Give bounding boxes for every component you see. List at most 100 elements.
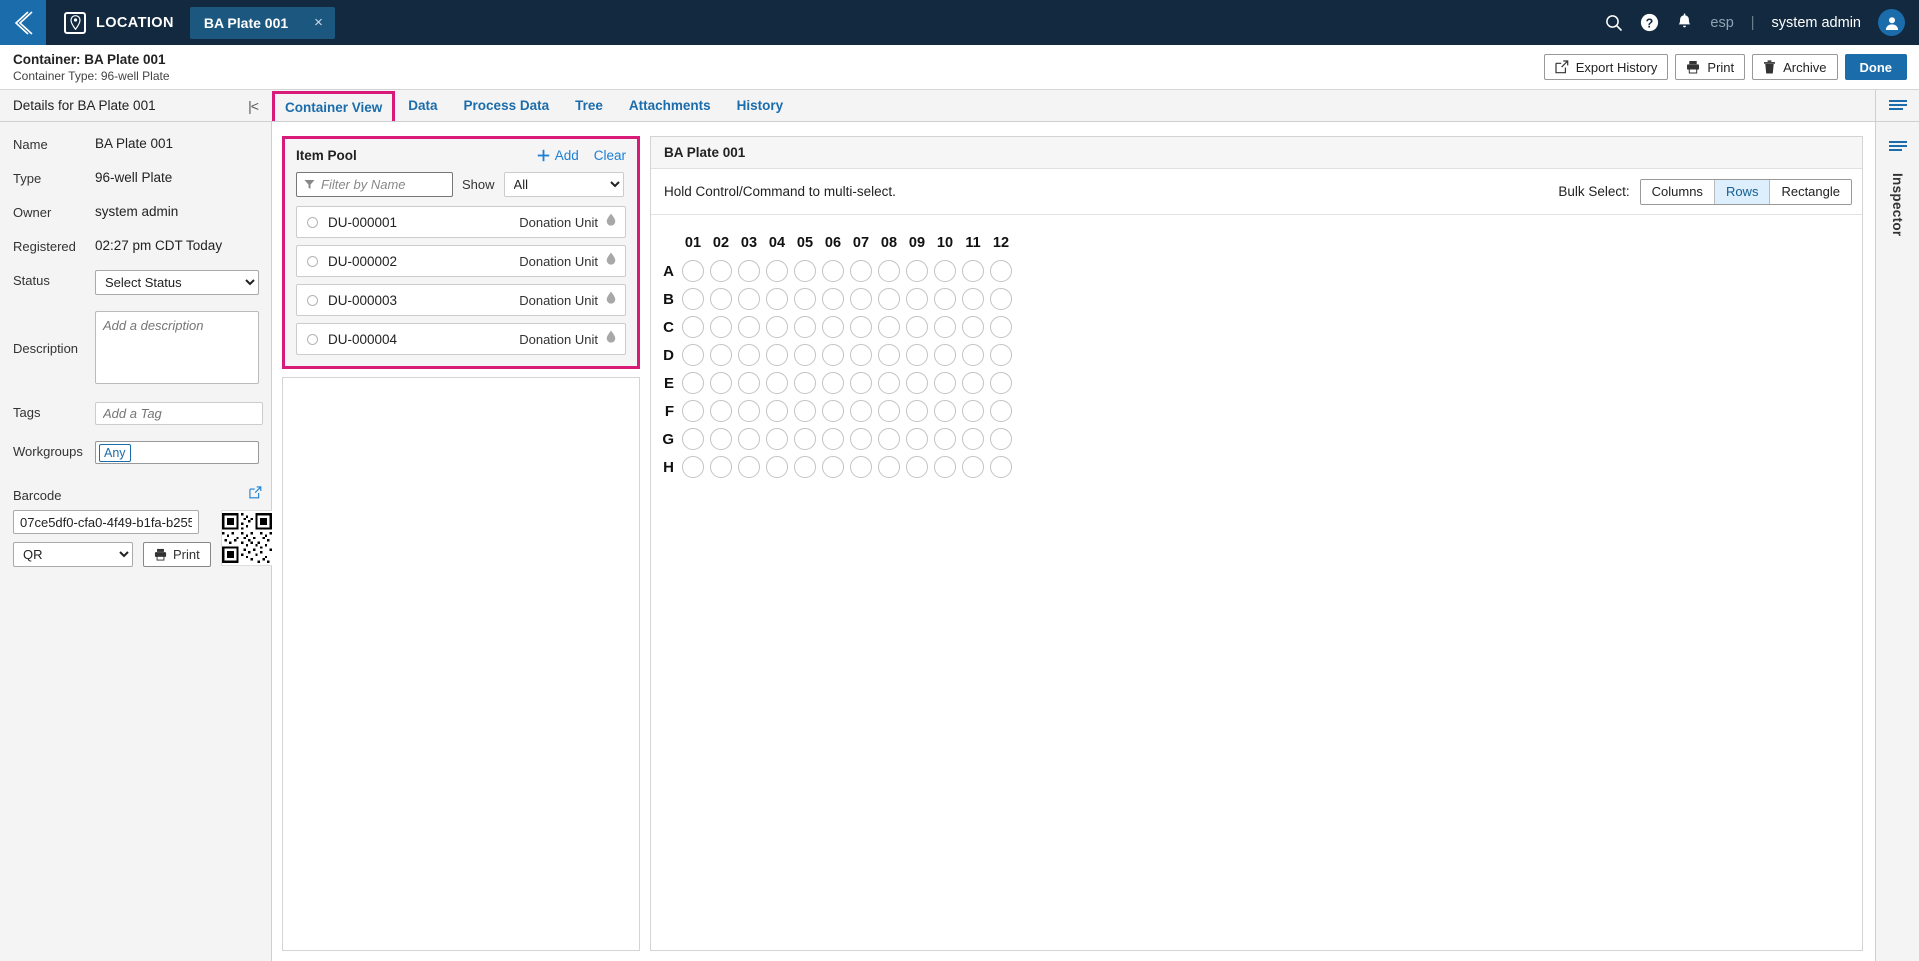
- plate-well-E04[interactable]: [766, 372, 788, 394]
- window-tab-ba-plate-001[interactable]: BA Plate 001 ×: [189, 6, 335, 39]
- plate-column-header[interactable]: 08: [875, 229, 903, 257]
- workgroups-box[interactable]: Any: [95, 441, 259, 464]
- plate-well-F08[interactable]: [878, 400, 900, 422]
- plate-row-header[interactable]: H: [657, 453, 679, 481]
- tab-container-view[interactable]: Container View: [272, 91, 396, 121]
- plate-well-C08[interactable]: [878, 316, 900, 338]
- plate-well-H11[interactable]: [962, 456, 984, 478]
- plate-well-D09[interactable]: [906, 344, 928, 366]
- plate-well-A11[interactable]: [962, 260, 984, 282]
- plate-row-header[interactable]: C: [657, 313, 679, 341]
- plate-well-G12[interactable]: [990, 428, 1012, 450]
- plate-well-C11[interactable]: [962, 316, 984, 338]
- plate-well-H06[interactable]: [822, 456, 844, 478]
- plate-well-B12[interactable]: [990, 288, 1012, 310]
- plate-well-D07[interactable]: [850, 344, 872, 366]
- plate-column-header[interactable]: 12: [987, 229, 1015, 257]
- item-select-radio[interactable]: [307, 333, 318, 345]
- plate-column-header[interactable]: 04: [763, 229, 791, 257]
- plate-well-H01[interactable]: [682, 456, 704, 478]
- search-icon[interactable]: [1605, 14, 1623, 32]
- plate-well-B04[interactable]: [766, 288, 788, 310]
- plate-well-D12[interactable]: [990, 344, 1012, 366]
- plate-well-F01[interactable]: [682, 400, 704, 422]
- filter-input-wrapper[interactable]: Filter by Name: [296, 172, 453, 197]
- plate-well-H05[interactable]: [794, 456, 816, 478]
- plate-well-D04[interactable]: [766, 344, 788, 366]
- plate-well-G11[interactable]: [962, 428, 984, 450]
- plate-well-B06[interactable]: [822, 288, 844, 310]
- plate-well-A01[interactable]: [682, 260, 704, 282]
- plate-well-E07[interactable]: [850, 372, 872, 394]
- plate-well-C09[interactable]: [906, 316, 928, 338]
- plate-well-E09[interactable]: [906, 372, 928, 394]
- plate-well-D08[interactable]: [878, 344, 900, 366]
- user-avatar-icon[interactable]: [1878, 9, 1905, 36]
- locale-label[interactable]: esp: [1710, 15, 1733, 31]
- plate-row-header[interactable]: E: [657, 369, 679, 397]
- item-select-radio[interactable]: [307, 216, 318, 228]
- plate-column-header[interactable]: 03: [735, 229, 763, 257]
- archive-button[interactable]: Archive: [1752, 54, 1838, 80]
- plate-well-E05[interactable]: [794, 372, 816, 394]
- plate-well-E11[interactable]: [962, 372, 984, 394]
- plate-well-D02[interactable]: [710, 344, 732, 366]
- barcode-format-select[interactable]: QR: [13, 542, 133, 567]
- plate-well-F09[interactable]: [906, 400, 928, 422]
- plate-well-E02[interactable]: [710, 372, 732, 394]
- plate-well-C03[interactable]: [738, 316, 760, 338]
- plate-well-G01[interactable]: [682, 428, 704, 450]
- plate-well-A10[interactable]: [934, 260, 956, 282]
- plate-well-A05[interactable]: [794, 260, 816, 282]
- plate-well-F06[interactable]: [822, 400, 844, 422]
- plate-well-C10[interactable]: [934, 316, 956, 338]
- plate-well-G05[interactable]: [794, 428, 816, 450]
- bell-notification-icon[interactable]: [1676, 13, 1693, 32]
- plate-column-header[interactable]: 07: [847, 229, 875, 257]
- plate-column-header[interactable]: 09: [903, 229, 931, 257]
- plate-well-G02[interactable]: [710, 428, 732, 450]
- plate-well-E10[interactable]: [934, 372, 956, 394]
- done-button[interactable]: Done: [1844, 54, 1907, 80]
- plate-well-A09[interactable]: [906, 260, 928, 282]
- plate-well-A03[interactable]: [738, 260, 760, 282]
- tags-input[interactable]: [95, 402, 263, 425]
- plate-well-D10[interactable]: [934, 344, 956, 366]
- plate-well-H02[interactable]: [710, 456, 732, 478]
- plate-well-E08[interactable]: [878, 372, 900, 394]
- plate-well-G04[interactable]: [766, 428, 788, 450]
- plate-well-F02[interactable]: [710, 400, 732, 422]
- list-lines-icon[interactable]: [1888, 140, 1908, 159]
- inspector-rail[interactable]: Inspector: [1875, 122, 1919, 961]
- plate-well-B10[interactable]: [934, 288, 956, 310]
- bulk-select-columns[interactable]: Columns: [1640, 179, 1715, 204]
- plate-well-E03[interactable]: [738, 372, 760, 394]
- bulk-select-rectangle[interactable]: Rectangle: [1770, 179, 1851, 204]
- list-item[interactable]: DU-000001 Donation Unit: [296, 206, 626, 238]
- tab-data[interactable]: Data: [395, 90, 450, 121]
- plate-well-F10[interactable]: [934, 400, 956, 422]
- plate-well-H12[interactable]: [990, 456, 1012, 478]
- plate-well-B08[interactable]: [878, 288, 900, 310]
- plate-well-H10[interactable]: [934, 456, 956, 478]
- plate-column-header[interactable]: 06: [819, 229, 847, 257]
- plate-well-H07[interactable]: [850, 456, 872, 478]
- plate-well-C04[interactable]: [766, 316, 788, 338]
- plate-well-A12[interactable]: [990, 260, 1012, 282]
- plate-well-B09[interactable]: [906, 288, 928, 310]
- plate-well-F05[interactable]: [794, 400, 816, 422]
- item-select-radio[interactable]: [307, 294, 318, 306]
- plate-row-header[interactable]: F: [657, 397, 679, 425]
- clear-pool-button[interactable]: Clear: [594, 148, 626, 163]
- plate-column-header[interactable]: 10: [931, 229, 959, 257]
- plate-well-D06[interactable]: [822, 344, 844, 366]
- plate-well-C05[interactable]: [794, 316, 816, 338]
- plate-well-C01[interactable]: [682, 316, 704, 338]
- plate-well-E06[interactable]: [822, 372, 844, 394]
- plate-well-A08[interactable]: [878, 260, 900, 282]
- plate-well-F12[interactable]: [990, 400, 1012, 422]
- plate-well-B07[interactable]: [850, 288, 872, 310]
- plate-well-G08[interactable]: [878, 428, 900, 450]
- plate-well-B05[interactable]: [794, 288, 816, 310]
- barcode-print-button[interactable]: Print: [143, 542, 211, 567]
